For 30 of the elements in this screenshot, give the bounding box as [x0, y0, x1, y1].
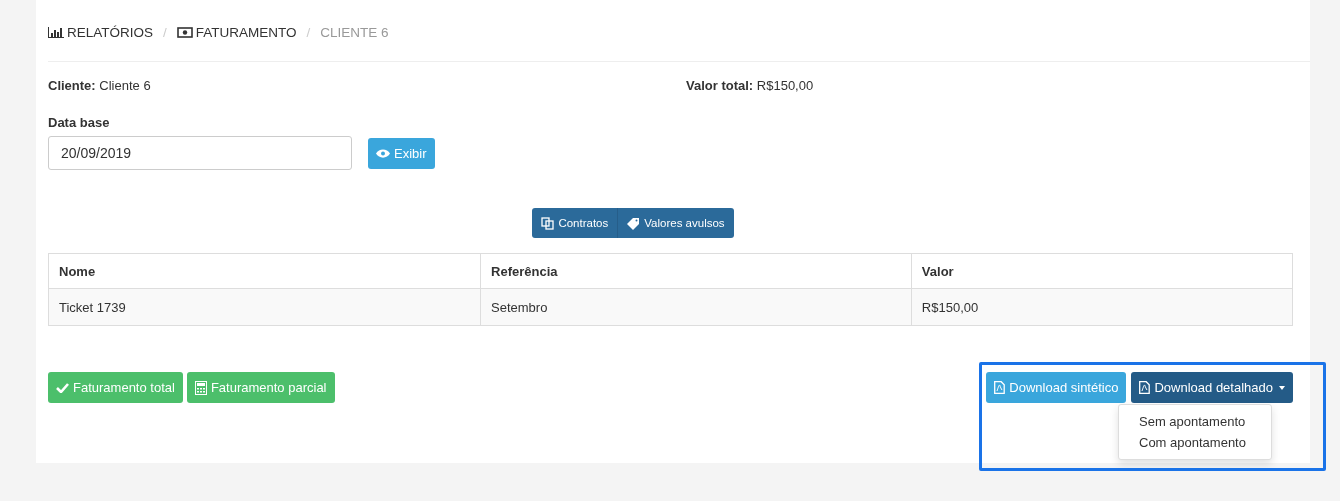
menu-item[interactable]: Com apontamento — [1119, 432, 1271, 453]
menu-item[interactable]: Sem apontamento — [1119, 411, 1271, 432]
download-dropdown-button[interactable]: Download detalhado — [1131, 372, 1293, 403]
summary-text: Valor total: R$150,00 — [686, 78, 815, 93]
date-field[interactable]: 20/09/2019 — [48, 136, 352, 170]
pdf-file-icon — [994, 381, 1006, 394]
column-header: Valor — [911, 253, 1293, 289]
pdf-file-icon — [1139, 381, 1151, 394]
calculator-icon — [194, 380, 207, 395]
bar-chart-icon — [48, 27, 64, 38]
table-cell: R$150,00 — [911, 288, 1293, 326]
column-header: Nome — [48, 253, 481, 289]
banknote-icon — [176, 27, 193, 38]
copy-icon — [541, 216, 555, 230]
tag-icon — [627, 216, 641, 230]
field-label: Data base — [48, 115, 111, 130]
eye-icon — [376, 148, 390, 158]
table-cell: Ticket 1739 — [48, 288, 481, 326]
breadcrumb-link[interactable]: FATURAMENTO — [176, 25, 297, 40]
caret-icon — [1279, 385, 1285, 390]
check-icon — [56, 382, 69, 393]
breadcrumb-current: CLIENTE 6 — [320, 25, 389, 40]
toggle-tab[interactable]: Contratos — [532, 208, 619, 238]
breadcrumb-link[interactable]: RELATÓRIOS — [48, 25, 154, 40]
summary-text: Cliente: Cliente 6 — [48, 78, 152, 93]
breadcrumb-separator: / — [163, 25, 167, 40]
toggle-tab[interactable]: Valores avulsos — [618, 208, 734, 238]
table-cell: Setembro — [480, 288, 912, 326]
column-header: Referência — [480, 253, 912, 289]
breadcrumb-separator: / — [306, 25, 311, 40]
